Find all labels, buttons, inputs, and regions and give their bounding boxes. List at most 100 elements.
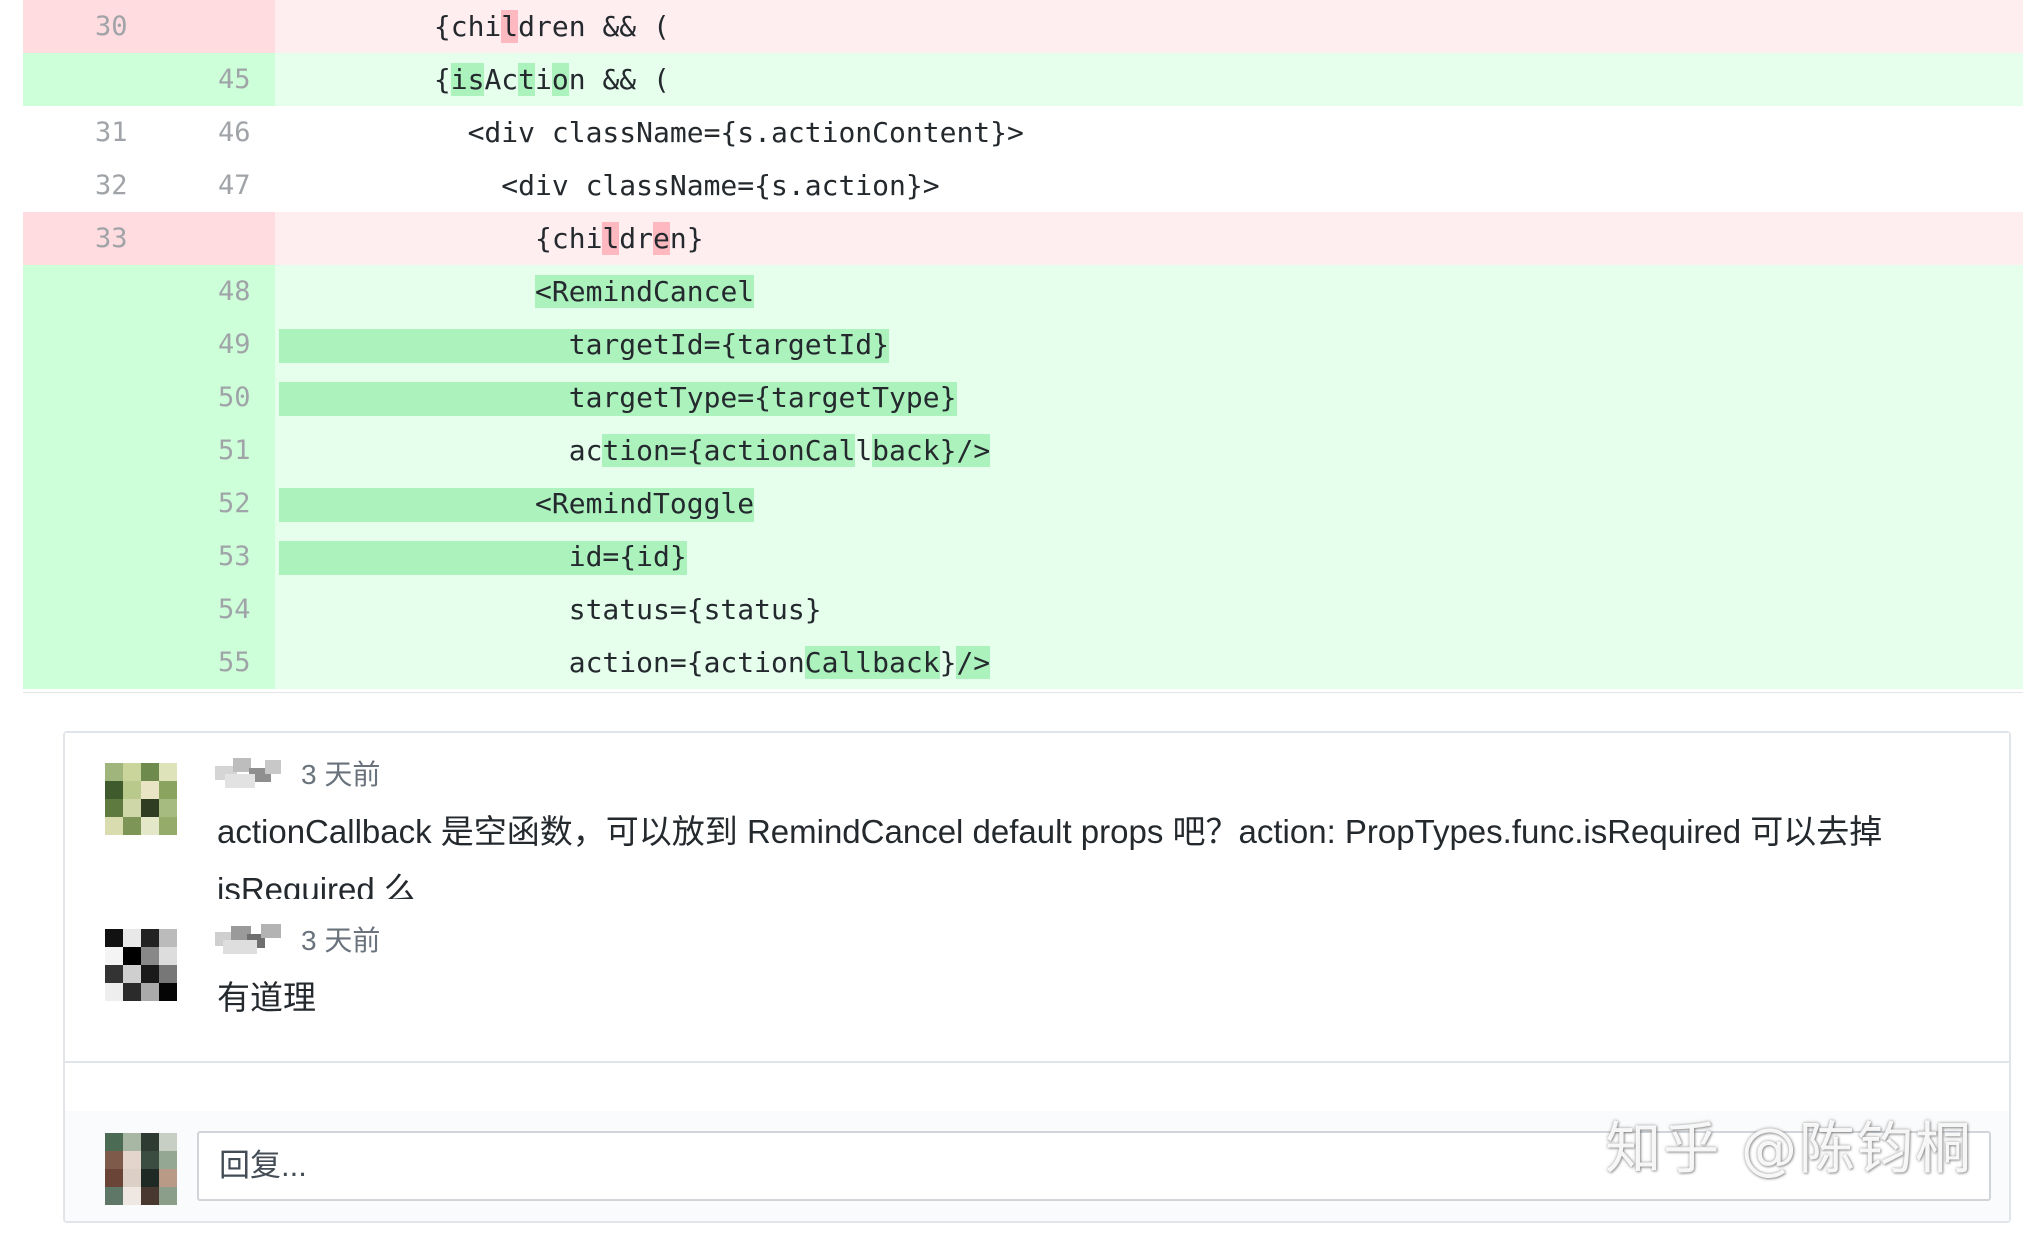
- code-token: action={action: [299, 646, 805, 679]
- diff-code: action={actionCallback}/>: [299, 636, 991, 689]
- code-token-changed: Callback: [804, 646, 940, 679]
- avatar-pixel: [159, 983, 177, 1001]
- diff-code: {children}: [299, 212, 704, 265]
- diff-gutter: 55: [23, 636, 275, 689]
- avatar-pixel: [123, 799, 141, 817]
- diff-line-added: 53 id={id}: [23, 530, 2023, 583]
- avatar-pixel: [123, 781, 141, 799]
- avatar-pixel: [141, 1151, 159, 1169]
- code-token-changed: t: [518, 63, 536, 96]
- code-token-changed: back}: [872, 434, 957, 467]
- diff-code: action={actionCallback}/>: [299, 424, 991, 477]
- author-name[interactable]: [215, 756, 289, 790]
- avatar-pixel: [123, 1169, 141, 1187]
- diff-code: <RemindCancel: [299, 265, 755, 318]
- code-token: l: [855, 434, 873, 467]
- author-name[interactable]: [215, 922, 289, 956]
- old-line-number[interactable]: 30: [95, 0, 128, 53]
- diff-gutter: 53: [23, 530, 275, 583]
- new-line-number[interactable]: 46: [218, 106, 251, 159]
- avatar-pixel: [105, 947, 123, 965]
- new-line-number[interactable]: 47: [218, 159, 251, 212]
- new-line-number[interactable]: 54: [218, 583, 251, 636]
- new-line-number[interactable]: 45: [218, 53, 251, 106]
- diff-gutter: 31 46: [23, 106, 275, 159]
- reply-input[interactable]: [197, 1131, 1991, 1201]
- new-line-number[interactable]: 49: [218, 318, 251, 371]
- code-token: <div className={s.actionContent}>: [299, 116, 1024, 149]
- diff-line-deleted: 33 {children}: [23, 212, 2023, 265]
- code-token: Ac: [484, 63, 519, 96]
- old-line-number[interactable]: 33: [95, 212, 128, 265]
- code-token-changed: l: [501, 10, 519, 43]
- code-token-changed: is: [450, 63, 485, 96]
- avatar-pixel: [159, 1151, 177, 1169]
- avatar[interactable]: [105, 929, 177, 1001]
- avatar-pixel: [159, 947, 177, 965]
- avatar-pixel: [159, 763, 177, 781]
- diff-view: 30 {children && (45 {isAction && (31 46 <…: [23, 0, 2023, 693]
- avatar-pixel: [123, 1133, 141, 1151]
- code-token: {chi: [299, 222, 603, 255]
- diff-code: <RemindToggle: [299, 477, 754, 530]
- avatar-pixel: [159, 817, 177, 835]
- avatar-pixel: [159, 1169, 177, 1187]
- code-token: <div className={s.action}>: [299, 169, 940, 202]
- old-line-number[interactable]: 31: [95, 106, 128, 159]
- code-token-changed: tion={actionCal: [602, 434, 856, 467]
- avatar-pixel: [159, 799, 177, 817]
- code-token: targetId={targetId}: [299, 328, 890, 361]
- code-token-changed: <RemindCancel: [535, 275, 755, 308]
- avatar-pixel: [105, 1187, 123, 1205]
- code-token: n}: [669, 222, 704, 255]
- avatar-pixel: [141, 781, 159, 799]
- avatar-pixel: [159, 929, 177, 947]
- diff-code: <div className={s.action}>: [299, 159, 940, 212]
- new-line-number[interactable]: 51: [218, 424, 251, 477]
- diff-line-added: 51 action={actionCallback}/>: [23, 424, 2023, 477]
- avatar-pixel: [159, 781, 177, 799]
- code-token: {: [299, 63, 451, 96]
- avatar[interactable]: [105, 763, 177, 835]
- diff-gutter: 32 47: [23, 159, 275, 212]
- comment-timestamp: 3 天前: [301, 759, 381, 790]
- reply-box: [65, 1111, 2009, 1221]
- new-line-number[interactable]: 53: [218, 530, 251, 583]
- diff-code: <div className={s.actionContent}>: [299, 106, 1024, 159]
- avatar-pixel: [141, 1133, 159, 1151]
- diff-line-added: 49 targetId={targetId}: [23, 318, 2023, 371]
- avatar-pixel: [141, 947, 159, 965]
- avatar-pixel: [105, 929, 123, 947]
- avatar-pixel: [105, 1169, 123, 1187]
- avatar-pixel: [105, 763, 123, 781]
- avatar-pixel: [159, 1187, 177, 1205]
- new-line-number[interactable]: 52: [218, 477, 251, 530]
- diff-line-added: 52 <RemindToggle: [23, 477, 2023, 530]
- avatar-pixel: [105, 965, 123, 983]
- new-line-number[interactable]: 55: [218, 636, 251, 689]
- code-token: id={id}: [299, 540, 687, 573]
- old-line-number[interactable]: 32: [95, 159, 128, 212]
- diff-line-added: 55 action={actionCallback}/>: [23, 636, 2023, 689]
- avatar-pixel: [105, 1133, 123, 1151]
- diff-code: id={id}: [299, 530, 687, 583]
- diff-line-added: 54 status={status}: [23, 583, 2023, 636]
- avatar-pixel: [105, 817, 123, 835]
- comment-timestamp: 3 天前: [301, 925, 381, 956]
- code-token: {chi: [299, 10, 502, 43]
- diff-gutter: 48: [23, 265, 275, 318]
- new-line-number[interactable]: 48: [218, 265, 251, 318]
- comment-meta: 3 天前: [215, 919, 380, 959]
- comment-body: 有道理: [217, 979, 316, 1016]
- new-line-number[interactable]: 50: [218, 371, 251, 424]
- code-token: targetType={targetType}: [299, 381, 957, 414]
- avatar-pixel: [123, 763, 141, 781]
- avatar-pixel: [141, 1169, 159, 1187]
- code-token-changed: />: [956, 646, 991, 679]
- diff-line-context: 32 47 <div className={s.action}>: [23, 159, 2023, 212]
- code-token: dr: [619, 222, 654, 255]
- diff-gutter: 50: [23, 371, 275, 424]
- code-token-changed: e: [653, 222, 670, 255]
- code-token: ac: [299, 434, 603, 467]
- diff-gutter: 51: [23, 424, 275, 477]
